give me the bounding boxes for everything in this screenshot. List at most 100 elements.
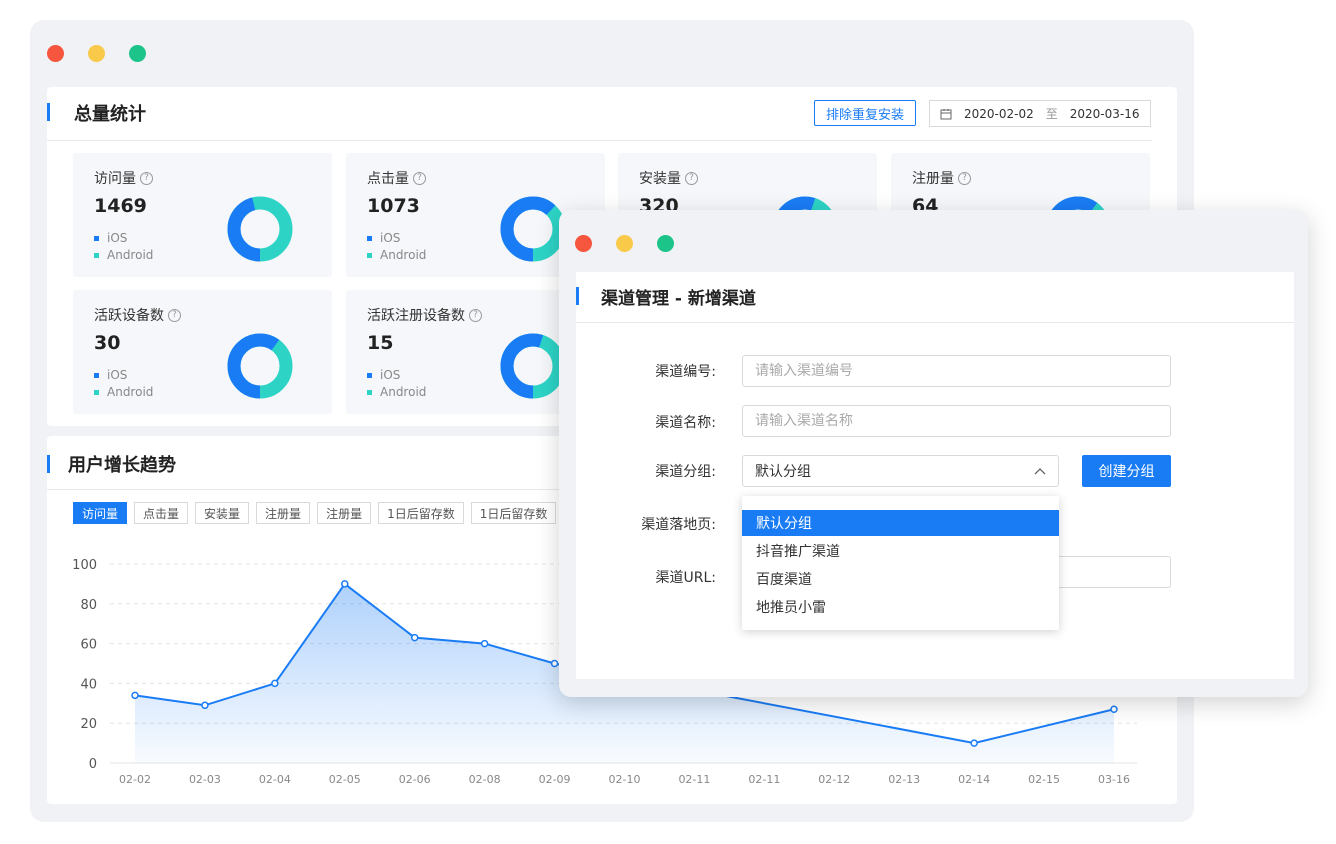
donut-chart bbox=[227, 333, 293, 399]
help-icon[interactable]: ? bbox=[685, 171, 698, 185]
section-accent bbox=[47, 455, 50, 473]
metric-tab[interactable]: 访问量 bbox=[73, 502, 128, 524]
exclude-duplicates-button[interactable]: 排除重复安装 bbox=[814, 100, 916, 126]
metric-tab[interactable]: 安装量 bbox=[195, 502, 250, 524]
channel-code-label: 渠道编号: bbox=[655, 364, 716, 380]
dropdown-option[interactable]: 地推员小雷 bbox=[742, 594, 1059, 620]
legend-ios-label: iOS bbox=[107, 368, 128, 382]
metric-tab[interactable]: 1日后留存数 bbox=[378, 502, 464, 524]
chevron-up-icon bbox=[1034, 468, 1046, 475]
stat-label: 访问量? bbox=[94, 168, 153, 188]
stat-value: 15 bbox=[367, 332, 394, 354]
legend-android-label: Android bbox=[380, 248, 427, 262]
metric-tab[interactable]: 注册量 bbox=[256, 502, 311, 524]
help-icon[interactable]: ? bbox=[140, 171, 153, 185]
stat-label-text: 访问量 bbox=[94, 171, 136, 187]
group-dropdown: 默认分组 抖音推广渠道 百度渠道 地推员小雷 bbox=[742, 496, 1059, 630]
legend-android: Android bbox=[94, 248, 153, 262]
stat-label-text: 点击量 bbox=[367, 171, 409, 187]
channel-group-select[interactable]: 默认分组 bbox=[742, 455, 1059, 487]
section-accent bbox=[576, 287, 579, 305]
stat-card: 访问量? 1469 iOS Android bbox=[73, 153, 332, 277]
metric-tab[interactable]: 1日后留存数 bbox=[470, 502, 557, 524]
selected-group: 默认分组 bbox=[755, 464, 811, 480]
close-dot[interactable] bbox=[47, 45, 64, 62]
channel-code-input[interactable] bbox=[742, 355, 1171, 387]
channel-name-label: 渠道名称: bbox=[655, 415, 716, 431]
channel-url-label: 渠道URL: bbox=[655, 570, 717, 586]
legend-android-label: Android bbox=[380, 385, 427, 399]
legend-swatch bbox=[94, 235, 99, 241]
legend-android: Android bbox=[94, 385, 153, 399]
legend-swatch bbox=[367, 372, 372, 378]
create-group-button[interactable]: 创建分组 bbox=[1082, 455, 1171, 487]
legend-swatch bbox=[367, 389, 372, 395]
help-icon[interactable]: ? bbox=[413, 171, 426, 185]
stat-label: 活跃设备数? bbox=[94, 305, 181, 325]
legend-swatch bbox=[94, 252, 99, 258]
stat-label-text: 安装量 bbox=[639, 171, 681, 187]
window-controls bbox=[575, 235, 674, 252]
date-separator: 至 bbox=[1045, 107, 1058, 121]
stat-card: 活跃设备数? 30 iOS Android bbox=[73, 290, 332, 414]
close-dot[interactable] bbox=[575, 235, 592, 252]
legend-ios-label: iOS bbox=[380, 368, 401, 382]
maximize-dot[interactable] bbox=[657, 235, 674, 252]
landing-page-label: 渠道落地页: bbox=[641, 517, 716, 533]
help-icon[interactable]: ? bbox=[958, 171, 971, 185]
minimize-dot[interactable] bbox=[616, 235, 633, 252]
channel-name-input[interactable] bbox=[742, 405, 1171, 437]
legend-swatch bbox=[367, 252, 372, 258]
section-accent bbox=[47, 103, 50, 121]
minimize-dot[interactable] bbox=[88, 45, 105, 62]
date-end[interactable]: 2020-03-16 bbox=[1070, 107, 1140, 121]
legend-ios-label: iOS bbox=[380, 231, 401, 245]
dropdown-option[interactable]: 默认分组 bbox=[742, 510, 1059, 536]
dropdown-option[interactable]: 百度渠道 bbox=[742, 566, 1059, 592]
channel-url-input[interactable] bbox=[1059, 556, 1171, 588]
stat-label: 安装量? bbox=[639, 168, 698, 188]
metric-tab[interactable]: 注册量 bbox=[317, 502, 372, 524]
dropdown-option[interactable]: 抖音推广渠道 bbox=[742, 538, 1059, 564]
calendar-icon bbox=[940, 108, 952, 119]
date-start[interactable]: 2020-02-02 bbox=[964, 107, 1034, 121]
stat-label: 注册量? bbox=[912, 168, 971, 188]
legend-ios: iOS bbox=[94, 368, 127, 382]
help-icon[interactable]: ? bbox=[168, 308, 181, 322]
channel-dialog-window: 渠道管理 - 新增渠道 渠道编号: 渠道名称: 渠道分组: 默认分组 创建分组 … bbox=[559, 210, 1308, 697]
legend-swatch bbox=[94, 389, 99, 395]
stat-value: 1469 bbox=[94, 195, 147, 217]
donut-chart bbox=[500, 196, 566, 262]
legend-swatch bbox=[94, 372, 99, 378]
legend-android-label: Android bbox=[107, 248, 154, 262]
legend-ios: iOS bbox=[367, 368, 400, 382]
maximize-dot[interactable] bbox=[129, 45, 146, 62]
stat-value: 30 bbox=[94, 332, 121, 354]
section-title: 总量统计 bbox=[74, 104, 146, 125]
legend-swatch bbox=[367, 235, 372, 241]
metric-tabs: 访问量 点击量 安装量 注册量 注册量 1日后留存数 1日后留存数 bbox=[73, 502, 557, 524]
legend-ios: iOS bbox=[367, 231, 400, 245]
stat-label-text: 注册量 bbox=[912, 171, 954, 187]
legend-android-label: Android bbox=[107, 385, 154, 399]
legend-ios: iOS bbox=[94, 231, 127, 245]
help-icon[interactable]: ? bbox=[469, 308, 482, 322]
stat-label: 活跃注册设备数? bbox=[367, 305, 482, 325]
donut-chart bbox=[227, 196, 293, 262]
stat-label-text: 活跃设备数 bbox=[94, 308, 164, 324]
window-controls bbox=[47, 45, 146, 62]
channel-group-label: 渠道分组: bbox=[655, 464, 716, 480]
dialog-title: 渠道管理 - 新增渠道 bbox=[601, 289, 756, 309]
section-title: 用户增长趋势 bbox=[68, 455, 176, 476]
metric-tab[interactable]: 点击量 bbox=[134, 502, 189, 524]
date-range-picker[interactable]: 2020-02-02 至 2020-03-16 bbox=[929, 100, 1151, 127]
legend-android: Android bbox=[367, 385, 426, 399]
donut-chart bbox=[500, 333, 566, 399]
legend-android: Android bbox=[367, 248, 426, 262]
stat-label-text: 活跃注册设备数 bbox=[367, 308, 465, 324]
stat-label: 点击量? bbox=[367, 168, 426, 188]
header-divider bbox=[47, 140, 1152, 141]
new-channel-form: 渠道管理 - 新增渠道 渠道编号: 渠道名称: 渠道分组: 默认分组 创建分组 … bbox=[576, 272, 1294, 679]
legend-ios-label: iOS bbox=[107, 231, 128, 245]
header-divider bbox=[576, 322, 1294, 323]
